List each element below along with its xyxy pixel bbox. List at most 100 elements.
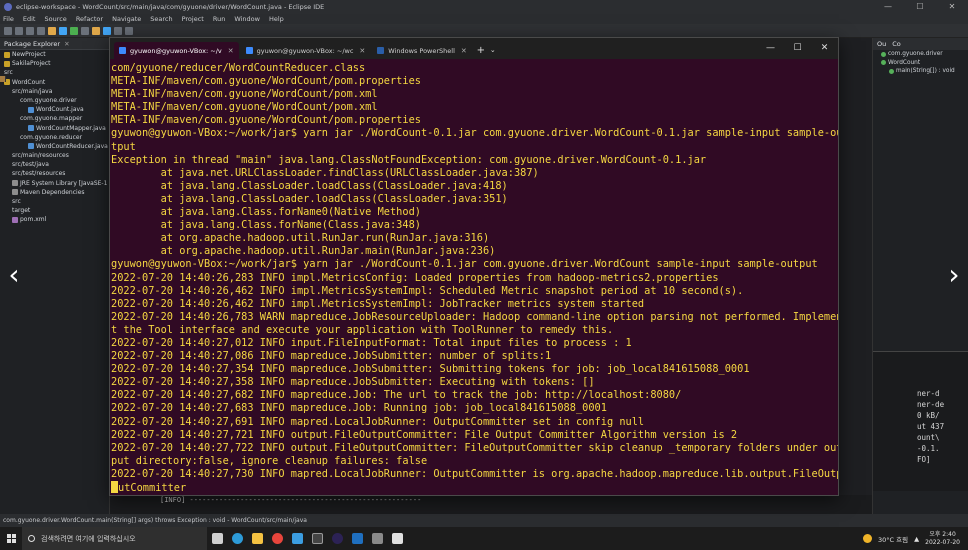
terminal-scrollbar[interactable] bbox=[833, 59, 836, 495]
package-explorer-tab[interactable]: Package Explorer ✕ bbox=[0, 38, 109, 50]
terminal-close-button[interactable]: ✕ bbox=[811, 38, 838, 59]
terminal-window: gyuwon@gyuwon-VBox: ~/v ✕ gyuwon@gyuwon-… bbox=[109, 37, 839, 496]
tree-item[interactable]: Maven Dependencies bbox=[0, 188, 109, 197]
menu-run[interactable]: Run bbox=[213, 15, 225, 23]
tree-item[interactable]: src/main/java bbox=[0, 76, 109, 96]
network-icon[interactable]: ▲ bbox=[914, 535, 919, 543]
start-button[interactable] bbox=[0, 527, 22, 550]
notepad-icon[interactable] bbox=[387, 527, 407, 550]
weather-text[interactable]: 30°C 흐림 bbox=[878, 534, 908, 544]
menu-source[interactable]: Source bbox=[44, 15, 66, 23]
outline-item[interactable]: WordCount bbox=[873, 59, 968, 68]
taskbar-search[interactable]: 검색하려면 여기에 입력하십시오 bbox=[22, 527, 207, 550]
tree-item[interactable]: com.gyuone.mapper bbox=[0, 76, 109, 123]
edge-icon[interactable] bbox=[227, 527, 247, 550]
outline-item[interactable]: main(String[]) : void bbox=[873, 67, 968, 76]
tree-item[interactable]: src/test/resources bbox=[0, 76, 109, 178]
terminal-output[interactable]: com/gyuone/reducer/WordCountReducer.clas… bbox=[110, 59, 838, 495]
menu-file[interactable]: File bbox=[3, 15, 14, 23]
tree-item[interactable]: src/test/java bbox=[0, 76, 109, 169]
tree-item[interactable]: pom.xml bbox=[0, 215, 109, 224]
tree-item[interactable]: SakilaProject bbox=[0, 59, 109, 68]
terminal-line: 2022-07-20 14:40:27,354 INFO mapreduce.J… bbox=[111, 363, 750, 376]
console-bottom-line: [INFO] ---------------------------------… bbox=[110, 495, 872, 514]
tab-dropdown-button[interactable]: ⌄ bbox=[488, 42, 498, 59]
build-icon[interactable] bbox=[48, 26, 56, 35]
terminal-line: 2022-07-20 14:40:27,012 INFO input.FileI… bbox=[111, 336, 632, 349]
terminal-line: at java.lang.ClassLoader.loadClass(Class… bbox=[111, 179, 508, 192]
open-type-icon[interactable] bbox=[114, 26, 122, 35]
menu-project[interactable]: Project bbox=[182, 15, 204, 23]
tree-item[interactable]: WordCountReducer.java bbox=[0, 142, 109, 151]
menu-refactor[interactable]: Refactor bbox=[76, 15, 103, 23]
clock-time: 오후 2:40 bbox=[929, 530, 956, 538]
terminal-tab-2[interactable]: gyuwon@gyuwon-VBox: ~/wc ✕ bbox=[241, 42, 371, 59]
terminal-icon[interactable] bbox=[307, 527, 327, 550]
file-explorer-icon[interactable] bbox=[247, 527, 267, 550]
print-icon[interactable] bbox=[37, 26, 45, 35]
close-icon[interactable]: ✕ bbox=[64, 40, 69, 48]
eclipse-close-button[interactable]: ✕ bbox=[936, 0, 968, 13]
terminal-maximize-button[interactable]: ☐ bbox=[784, 38, 811, 59]
tab-outline[interactable]: Ou bbox=[877, 40, 886, 48]
close-tab-icon[interactable]: ✕ bbox=[228, 47, 234, 55]
task-view-icon[interactable] bbox=[207, 527, 227, 550]
save-icon[interactable] bbox=[15, 26, 23, 35]
debug-icon[interactable] bbox=[59, 26, 67, 35]
next-arrow-icon[interactable]: › bbox=[944, 260, 964, 290]
new-file-icon[interactable] bbox=[4, 26, 12, 35]
windows-logo-icon bbox=[6, 534, 16, 543]
library-icon bbox=[12, 189, 18, 196]
method-icon bbox=[889, 68, 894, 74]
chrome-icon[interactable] bbox=[267, 527, 287, 550]
tree-item[interactable]: JRE System Library [JavaSE-1 bbox=[0, 179, 109, 188]
tree-item[interactable]: src/main/resources bbox=[0, 76, 109, 160]
terminal-minimize-button[interactable]: — bbox=[757, 38, 784, 59]
menu-navigate[interactable]: Navigate bbox=[112, 15, 141, 23]
tree-item[interactable]: NewProject bbox=[0, 50, 109, 59]
eclipse-minimize-button[interactable]: — bbox=[872, 0, 904, 13]
terminal-line: 2022-07-20 14:40:27,358 INFO mapreduce.J… bbox=[111, 376, 595, 389]
tree-item[interactable]: target bbox=[0, 76, 109, 215]
previous-arrow-icon[interactable]: ‹ bbox=[4, 260, 24, 290]
eclipse-icon[interactable] bbox=[327, 527, 347, 550]
new-java-package-icon[interactable] bbox=[92, 26, 100, 35]
run-icon[interactable] bbox=[70, 26, 78, 35]
terminal-tab-1[interactable]: gyuwon@gyuwon-VBox: ~/v ✕ bbox=[114, 42, 239, 59]
tree-item[interactable]: WordCount.java bbox=[0, 105, 109, 114]
tree-item[interactable]: src bbox=[0, 76, 109, 206]
terminal-cursor bbox=[111, 481, 118, 493]
powershell-icon bbox=[377, 47, 385, 54]
linux-shell-icon bbox=[245, 47, 253, 54]
new-tab-button[interactable]: + bbox=[474, 42, 488, 59]
tree-item[interactable]: com.gyuone.driver bbox=[0, 76, 109, 105]
menu-help[interactable]: Help bbox=[269, 15, 284, 23]
search-icon[interactable] bbox=[125, 26, 133, 35]
store-icon[interactable] bbox=[287, 527, 307, 550]
close-tab-icon[interactable]: ✕ bbox=[461, 47, 467, 55]
eclipse-maximize-button[interactable]: ☐ bbox=[904, 0, 936, 13]
close-tab-icon[interactable]: ✕ bbox=[359, 47, 365, 55]
photos-icon[interactable] bbox=[367, 527, 387, 550]
tab-console[interactable]: Co bbox=[892, 40, 901, 48]
tree-item[interactable]: com.gyuone.reducer bbox=[0, 76, 109, 142]
tree-item[interactable]: WordCountMapper.java bbox=[0, 124, 109, 133]
taskbar: 검색하려면 여기에 입력하십시오 30°C 흐림 ▲ 오후 2:40 2022-… bbox=[0, 527, 968, 550]
terminal-line: 2022-07-20 14:40:27,691 INFO mapred.Loca… bbox=[111, 415, 645, 428]
menu-search[interactable]: Search bbox=[150, 15, 172, 23]
outline-item[interactable]: com.gyuone.driver bbox=[873, 50, 968, 59]
terminal-tab-3[interactable]: Windows PowerShell ✕ bbox=[372, 42, 471, 59]
xml-file-icon bbox=[12, 216, 18, 223]
new-java-class-icon[interactable] bbox=[103, 26, 111, 35]
system-tray: 30°C 흐림 ▲ 오후 2:40 2022-07-20 bbox=[863, 527, 968, 550]
terminal-line: at org.apache.hadoop.util.RunJar.run(Run… bbox=[111, 232, 490, 245]
save-all-icon[interactable] bbox=[26, 26, 34, 35]
clock[interactable]: 오후 2:40 2022-07-20 bbox=[925, 531, 960, 547]
external-tools-icon[interactable] bbox=[81, 26, 89, 35]
menu-edit[interactable]: Edit bbox=[23, 15, 36, 23]
menu-window[interactable]: Window bbox=[234, 15, 260, 23]
status-text: com.gyuone.driver.WordCount.main(String[… bbox=[3, 517, 307, 524]
tree-item[interactable]: WordCount bbox=[0, 78, 109, 87]
virtualbox-icon[interactable] bbox=[347, 527, 367, 550]
tree-item[interactable]: src bbox=[0, 68, 109, 82]
